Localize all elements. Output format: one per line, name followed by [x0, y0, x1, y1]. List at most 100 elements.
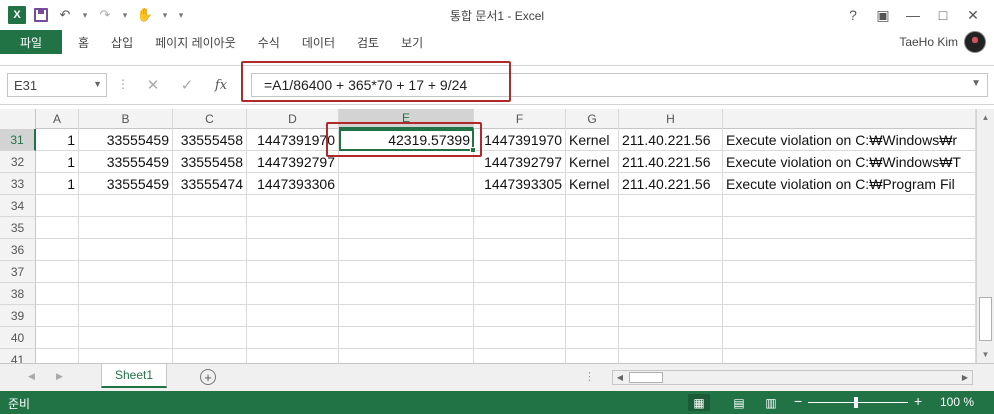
grid-cell[interactable] [173, 261, 247, 283]
grid-cell[interactable] [36, 217, 79, 239]
row-header-32[interactable]: 32 [0, 151, 36, 173]
grid-cell[interactable] [566, 261, 619, 283]
grid-cell[interactable] [566, 305, 619, 327]
grid-cell[interactable] [474, 261, 566, 283]
grid-cell[interactable]: 1 [36, 173, 79, 195]
add-sheet-button[interactable]: + [200, 369, 216, 385]
zoom-slider-knob[interactable] [854, 397, 858, 408]
row-header-39[interactable]: 39 [0, 305, 36, 327]
cancel-entry-button[interactable]: ✕ [136, 73, 170, 97]
grid-cell[interactable] [566, 195, 619, 217]
normal-view-button[interactable]: ▦ [688, 394, 710, 411]
grid-cell[interactable]: 1 [36, 151, 79, 173]
column-header-E[interactable]: E [339, 109, 474, 129]
grid-cell[interactable]: 211.40.221.56 [619, 173, 723, 195]
grid-cell[interactable] [36, 195, 79, 217]
column-header-A[interactable]: A [36, 109, 79, 129]
grid-cell[interactable] [474, 217, 566, 239]
grid-cell[interactable] [339, 239, 474, 261]
column-header-next[interactable] [723, 109, 976, 129]
select-all-corner[interactable] [0, 109, 36, 129]
close-button[interactable]: ✕ [958, 4, 988, 26]
grid-cell[interactable] [723, 217, 976, 239]
tab-file[interactable]: 파일 [0, 30, 62, 54]
grid-cell[interactable] [723, 239, 976, 261]
grid-cell[interactable] [723, 195, 976, 217]
page-layout-view-button[interactable]: ▤ [728, 394, 750, 411]
tab-5[interactable]: 검토 [346, 30, 390, 54]
grid-cell[interactable]: Kernel [566, 173, 619, 195]
minimize-button[interactable]: — [898, 4, 928, 26]
grid-cell[interactable] [619, 283, 723, 305]
grid-cell[interactable] [173, 239, 247, 261]
grid-cell[interactable] [79, 217, 173, 239]
row-header-40[interactable]: 40 [0, 327, 36, 349]
formula-input[interactable]: =A1/86400 + 365*70 + 17 + 9/24 ▼ [251, 73, 988, 97]
grid-cell[interactable]: 1447391970 [474, 129, 566, 151]
row-header-34[interactable]: 34 [0, 195, 36, 217]
grid-cell[interactable]: Kernel [566, 151, 619, 173]
zoom-out-button[interactable]: − [794, 393, 802, 409]
help-button[interactable]: ? [838, 4, 868, 26]
grid-cell[interactable] [619, 327, 723, 349]
grid-cell[interactable]: Kernel [566, 129, 619, 151]
grid-cell[interactable] [566, 239, 619, 261]
grid-cell[interactable]: 1447391970 [247, 129, 339, 151]
vertical-scroll-thumb[interactable] [979, 297, 992, 341]
tab-2[interactable]: 페이지 레이아웃 [144, 30, 247, 54]
column-header-D[interactable]: D [247, 109, 339, 129]
grid-cell[interactable] [36, 349, 79, 363]
grid-cell[interactable] [474, 327, 566, 349]
row-header-33[interactable]: 33 [0, 173, 36, 195]
grid-cell[interactable] [247, 217, 339, 239]
row-header-37[interactable]: 37 [0, 261, 36, 283]
grid-cell[interactable] [339, 195, 474, 217]
row-header-36[interactable]: 36 [0, 239, 36, 261]
grid-cell[interactable] [474, 305, 566, 327]
maximize-button[interactable]: □ [928, 4, 958, 26]
grid-cell[interactable] [619, 195, 723, 217]
grid-cell[interactable] [247, 261, 339, 283]
grid-cell[interactable]: 1447393305 [474, 173, 566, 195]
grid-cell[interactable] [566, 217, 619, 239]
grid-cell[interactable]: 33555474 [173, 173, 247, 195]
grid-cell[interactable]: 1447392797 [474, 151, 566, 173]
insert-function-button[interactable]: fx [204, 73, 238, 97]
grid-cell[interactable]: 1447393306 [247, 173, 339, 195]
grid-cell[interactable] [247, 305, 339, 327]
grid-cell[interactable] [79, 283, 173, 305]
grid-cell[interactable]: Execute violation on C:₩Program Fil [723, 173, 976, 195]
user-account[interactable]: TaeHo Kim [899, 30, 986, 54]
grid-cell[interactable] [79, 327, 173, 349]
grid-cell[interactable] [173, 305, 247, 327]
grid-cell[interactable] [474, 349, 566, 363]
row-header-38[interactable]: 38 [0, 283, 36, 305]
name-box[interactable]: E31 ▼ [7, 73, 107, 97]
grid-cell[interactable] [36, 327, 79, 349]
grid-cell[interactable] [723, 261, 976, 283]
grid-cell[interactable] [173, 349, 247, 363]
grid-cell[interactable] [566, 349, 619, 363]
grid-cell[interactable]: 33555459 [79, 151, 173, 173]
grid-cell[interactable] [566, 283, 619, 305]
scroll-left-icon[interactable]: ◀ [613, 371, 627, 384]
zoom-slider[interactable] [808, 402, 908, 403]
grid-cell[interactable] [173, 217, 247, 239]
vertical-scrollbar[interactable]: ▲ ▼ [976, 109, 994, 363]
grid-cell[interactable] [79, 261, 173, 283]
sheet-tab-sheet1[interactable]: Sheet1 [101, 364, 167, 388]
grid-cell[interactable] [339, 261, 474, 283]
grid-cell[interactable]: 33555459 [79, 129, 173, 151]
grid-cell[interactable] [339, 327, 474, 349]
formula-bar-resize-handle[interactable]: ⋮ [117, 77, 129, 91]
grid-cell[interactable]: 1447392797 [247, 151, 339, 173]
row-header-31[interactable]: 31 [0, 129, 36, 151]
grid-cell[interactable] [79, 349, 173, 363]
scroll-up-icon[interactable]: ▲ [977, 109, 994, 126]
grid-cell[interactable] [36, 283, 79, 305]
grid-cell[interactable] [723, 349, 976, 363]
expand-formula-bar-icon[interactable]: ▼ [971, 78, 981, 89]
grid-cell[interactable] [339, 151, 474, 173]
ribbon-display-options-button[interactable]: ▣ [868, 4, 898, 26]
grid-cell[interactable] [339, 217, 474, 239]
